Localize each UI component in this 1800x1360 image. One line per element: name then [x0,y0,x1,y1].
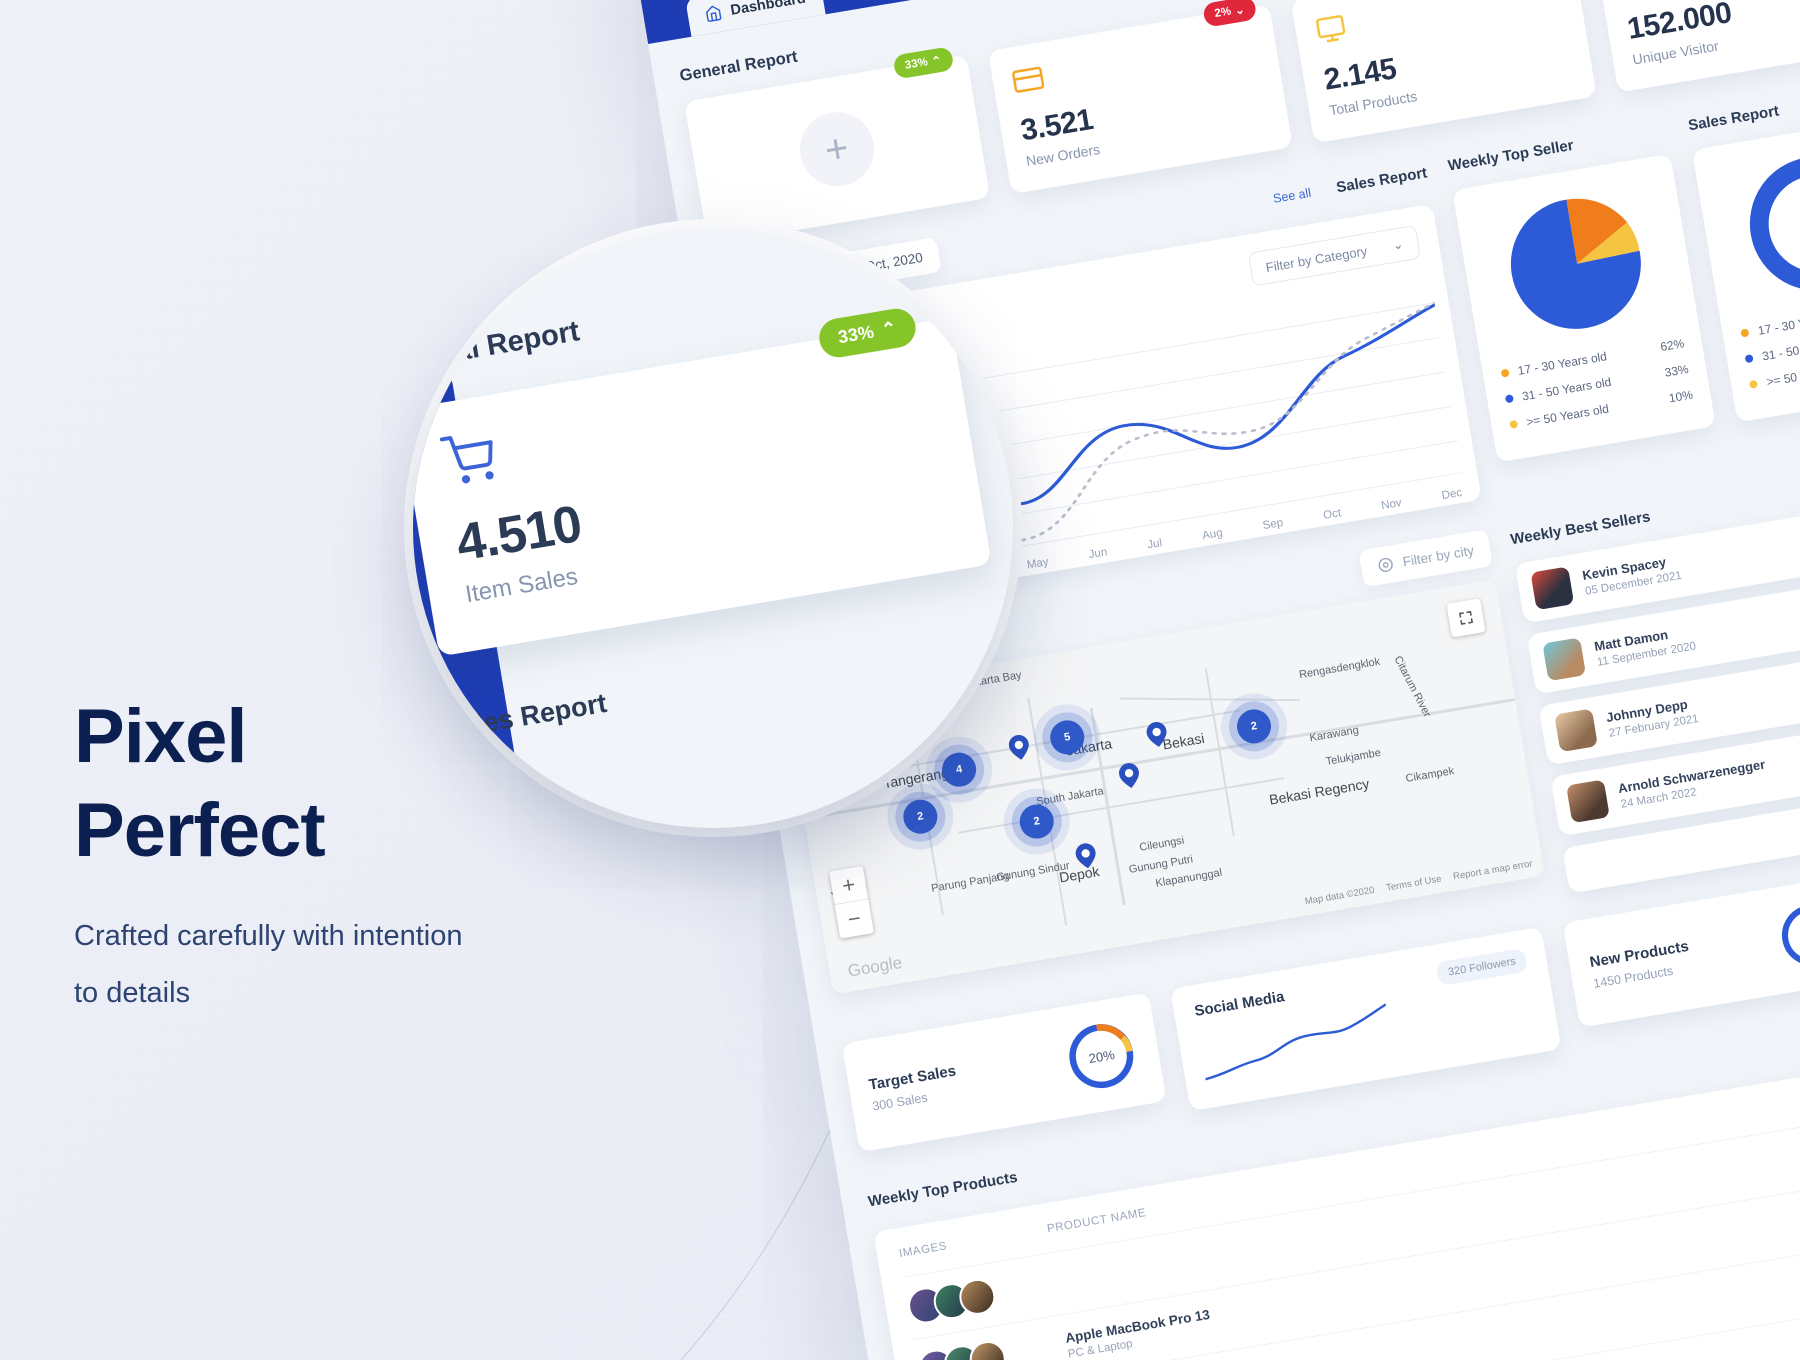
x-tick: Dec [1440,486,1464,503]
map-label: Citarum River [1391,654,1434,720]
terms-of-use-link[interactable]: Terms of Use [1385,874,1442,894]
map-label: Cikampek [1404,765,1456,785]
map-label: Parung Panjang [930,869,1011,895]
legend-value: 10% [1667,387,1694,406]
subtitle-line-1: Crafted carefully with intention [74,920,463,952]
marketing-copy: Pixel Perfect Crafted carefully with int… [74,690,714,1022]
weekly-best-sellers-column: Weekly Best Sellers Kevin Spacey 05 Dece… [1508,449,1800,894]
avatar [1565,779,1610,824]
stat-card-unique-visitor[interactable]: 152.000 Unique Visitor [1593,0,1800,93]
map-zoom-controls[interactable]: + − [829,865,874,939]
sales-report-donut-card: 17 - 30 Years old 31 - 50 Years old >= 5… [1692,113,1800,423]
new-products-donut: 45% [1772,895,1800,976]
map-label: Rengasdengklok [1298,655,1382,682]
map-label: Klapanunggal [1154,866,1224,890]
target-sales-donut: 20% [1059,1013,1144,1098]
stat-card-total-products[interactable]: 12%⌃ 2.145 Total Products [1290,0,1597,144]
status-badge: 33% ⌃ [816,305,919,361]
page-root: Midone Apps ⌄ Pages ⌄ [0,0,1800,1360]
legend-value: 62% [1659,336,1686,355]
see-all-link[interactable]: See all [1272,185,1312,205]
map-label: South Jakarta [1035,785,1105,809]
tab-label: Dashboard [729,0,807,19]
map-data-text: Map data ©2020 [1304,884,1376,908]
monitor-icon [1314,12,1349,47]
followers-badge: 320 Followers [1435,947,1529,987]
stat-card-new-orders[interactable]: 2% ⌄ 3.521 New Orders [987,0,1293,195]
map-label: Karawang [1308,724,1360,745]
chevron-up-icon: ⌃ [879,317,899,341]
weekly-top-seller-card: 17 - 30 Years old 62% 31 - 50 Years old … [1452,153,1717,463]
donut-chart [1713,134,1800,313]
map-pin-icon [1376,555,1396,575]
home-icon [704,4,724,24]
map-label: Telukjambe [1324,746,1382,768]
zoom-in-button[interactable]: + [829,865,869,906]
map-attribution: Map data ©2020 Terms of Use Report a map… [1304,858,1533,907]
legend-dot [1509,419,1519,430]
filter-by-category-select[interactable]: Filter by Category ⌄ [1248,224,1421,287]
stat-card-add[interactable]: 33% ⌃ + [684,46,990,245]
product-thumbnail [967,1338,1009,1360]
x-tick: Jul [1146,537,1164,552]
pie-chart [1473,174,1681,353]
donut-value: 20% [1087,1046,1116,1066]
x-tick: Oct [1322,507,1343,522]
pie-legend: 17 - 30 Years old 62% 31 - 50 Years old … [1500,336,1694,432]
fullscreen-icon[interactable] [1446,598,1486,638]
map-pin-icon[interactable] [1117,761,1141,790]
headline-line-2: Perfect [74,788,326,873]
donut-value: 45% [1772,895,1800,976]
x-tick: Jun [1087,546,1109,562]
legend-dot [1740,328,1750,338]
chevron-down-icon: ⌄ [1391,236,1405,253]
page-subtitle: Crafted carefully with intention to deta… [74,908,594,1022]
map-pin-icon[interactable] [1074,841,1098,870]
x-tick: Aug [1201,527,1224,543]
social-media-card[interactable]: Social Media 320 Followers [1170,926,1562,1112]
avatar [1554,708,1598,753]
badge-value: 33% [836,321,876,348]
magnified-stat-card[interactable]: 33% ⌃ 4.510 Item Sales [413,305,992,657]
sales-report-title: Sales Report [1335,164,1429,197]
map-label: Bekasi Regency [1268,775,1371,808]
credit-card-icon [1010,63,1045,98]
legend-dot [1749,379,1759,389]
status-badge: 33% ⌃ [892,46,955,80]
zoom-out-button[interactable]: − [835,899,874,938]
legend-dot [1504,394,1514,404]
legend-dot [1500,368,1510,378]
report-error-link[interactable]: Report a map error [1452,858,1533,882]
x-tick: Sep [1261,516,1285,533]
subtitle-line-2: to details [74,977,191,1009]
legend-value: 33% [1663,361,1690,380]
product-images [905,1266,1059,1327]
map-label: Cileungsi [1138,834,1186,854]
chevron-down-icon: ⌄ [1234,4,1246,18]
avatar [1542,637,1586,682]
shopping-cart-icon [439,429,499,489]
legend-dot [1744,353,1755,364]
headline-line-1: Pixel [74,694,247,779]
x-tick: May [1026,556,1050,572]
map-label: Gunung Sindur [995,859,1071,884]
x-tick: Nov [1380,497,1403,513]
pie-column: Weekly Top Seller 17 - 30 Years old 62% … [1446,75,1800,496]
new-products-card[interactable]: New Products 1450 Products 45% [1563,873,1800,1028]
plus-icon[interactable]: + [794,106,880,192]
sales-report-donut-title: Sales Report [1686,102,1781,135]
target-sales-card[interactable]: Target Sales 300 Sales 20% [841,992,1167,1153]
page-title: Pixel Perfect [74,690,714,878]
filter-by-city-input[interactable]: Filter by city [1358,529,1493,588]
chevron-up-icon: ⌃ [930,54,943,69]
status-badge: 2% ⌄ [1201,0,1258,28]
filter-city-placeholder: Filter by city [1401,542,1476,570]
filter-label: Filter by Category [1264,242,1369,275]
map-pin-icon[interactable] [1145,720,1169,749]
google-watermark: Google [846,952,904,981]
avatar [1530,566,1575,611]
